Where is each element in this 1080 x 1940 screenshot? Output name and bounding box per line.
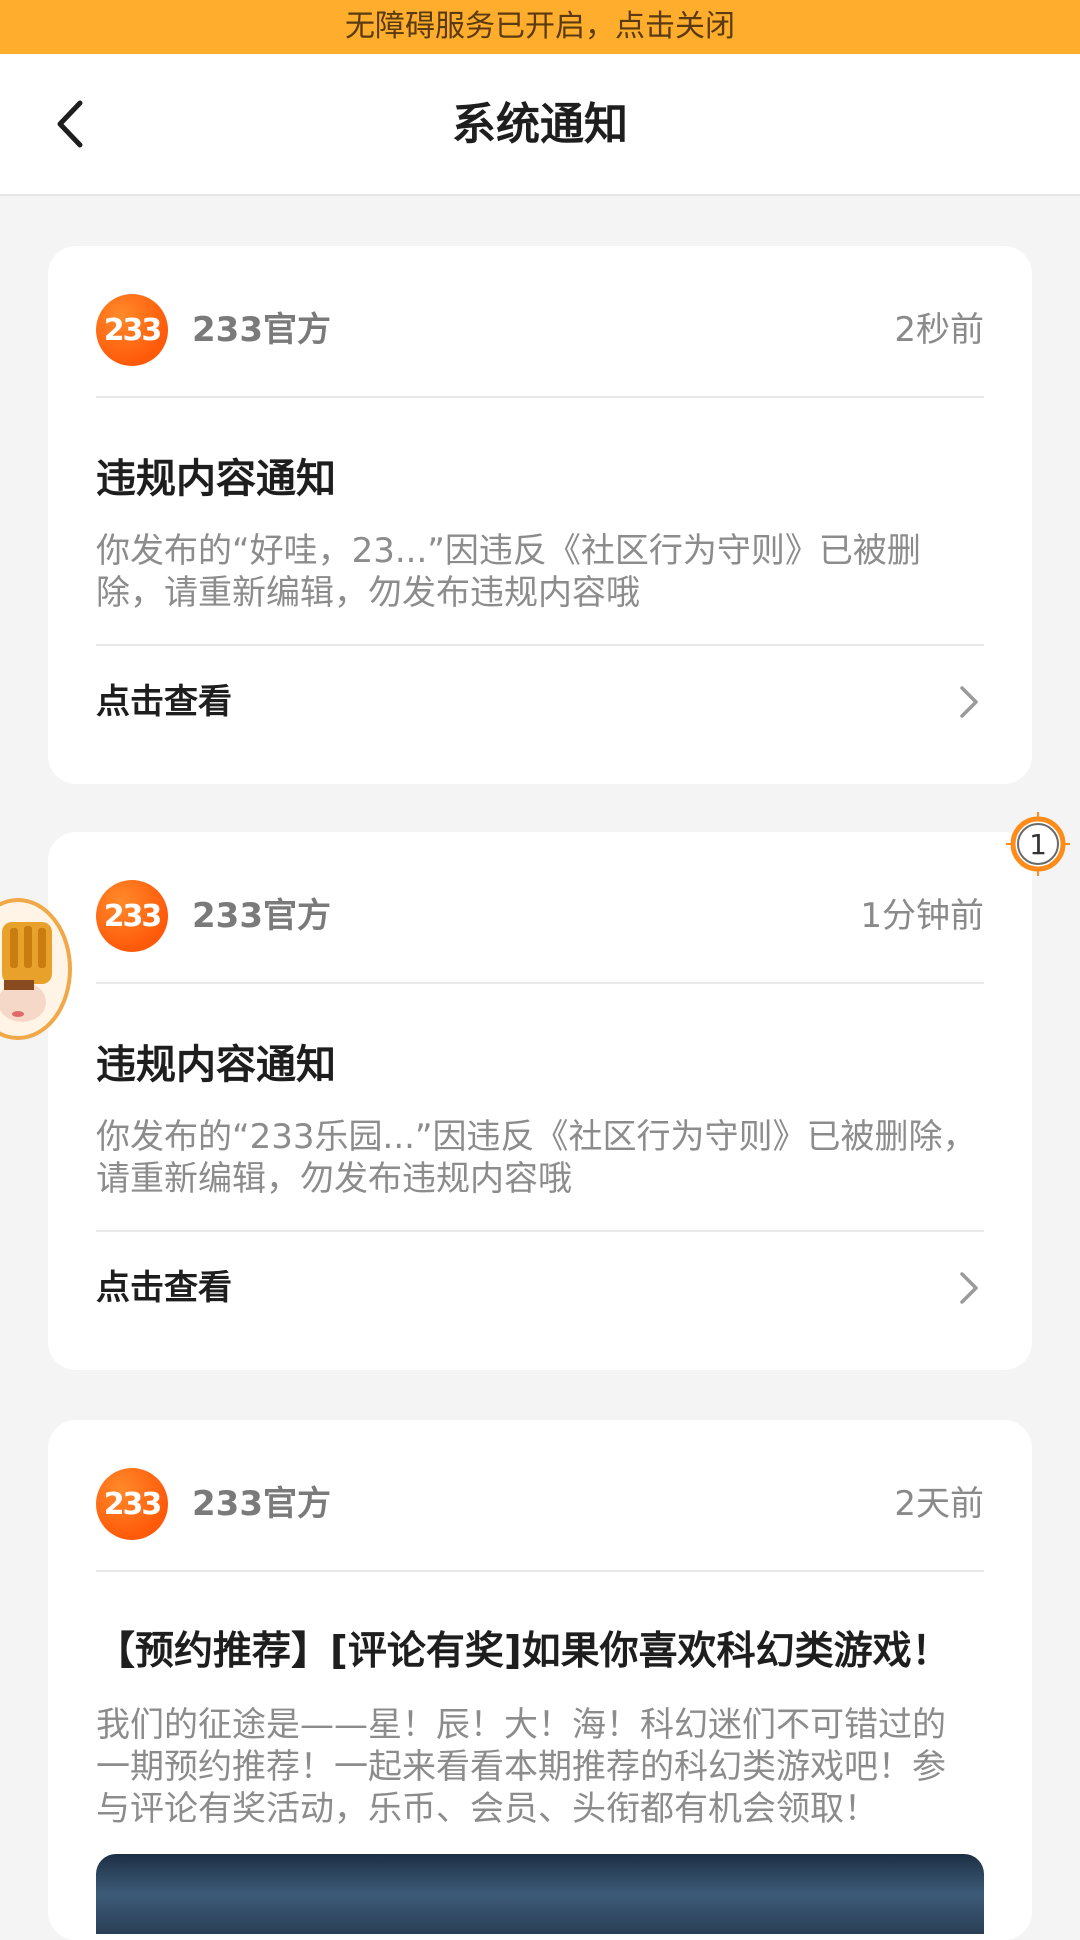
back-button[interactable]	[40, 94, 100, 154]
back-arrow-icon	[57, 100, 83, 148]
message-body-line: 请重新编辑，勿发布违规内容哦	[96, 1159, 572, 1199]
sender-name: 233官方	[192, 310, 331, 350]
view-details-row[interactable]: 点击查看	[96, 646, 984, 758]
sender-name: 233官方	[192, 1484, 331, 1524]
view-details-label: 点击查看	[96, 682, 232, 722]
message-body-line: 你发布的“233乐园...”因违反《社区行为守则》已被删除，	[96, 1117, 977, 1157]
card-header: 233 233官方 2天前	[96, 1420, 984, 1572]
chevron-right-icon	[960, 686, 978, 718]
notification-card[interactable]: 233 233官方 2秒前 违规内容通知 你发布的“好哇，23...”因违反《社…	[48, 246, 1032, 784]
message-title: 违规内容通知	[96, 1042, 336, 1088]
message-body: 你发布的“233乐园...”因违反《社区行为守则》已被删除， 请重新编辑，勿发布…	[96, 1116, 984, 1200]
sender-name: 233官方	[192, 896, 331, 936]
card-header: 233 233官方 2秒前	[96, 246, 984, 398]
notification-card[interactable]: 233 233官方 2天前 【预约推荐】[评论有奖]如果你喜欢科幻类游戏！ 我们…	[48, 1420, 1032, 1940]
page-title: 系统通知	[452, 99, 628, 150]
message-title: 违规内容通知	[96, 456, 336, 502]
floating-counter-badge[interactable]: 1	[1006, 812, 1070, 876]
timestamp: 1分钟前	[860, 896, 984, 936]
timestamp: 2秒前	[894, 310, 984, 350]
message-body-line: 除，请重新编辑，勿发布违规内容哦	[96, 573, 640, 613]
message-body-line: 我们的征途是——星！辰！大！海！科幻迷们不可错过的	[96, 1705, 946, 1745]
233-logo-icon: 233	[96, 294, 168, 366]
233-logo-icon: 233	[96, 1468, 168, 1540]
chevron-right-icon	[960, 1272, 978, 1304]
message-body-line: 与评论有奖活动，乐币、会员、头衔都有机会领取！	[96, 1789, 878, 1829]
badge-count: 1	[1029, 828, 1047, 861]
233-logo-icon: 233	[96, 880, 168, 952]
title-bar: 系统通知	[0, 54, 1080, 196]
notification-card[interactable]: 233 233官方 1分钟前 违规内容通知 你发布的“233乐园...”因违反《…	[48, 832, 1032, 1370]
view-details-label: 点击查看	[96, 1268, 232, 1308]
accessibility-banner[interactable]: 无障碍服务已开启，点击关闭	[0, 0, 1080, 54]
card-header: 233 233官方 1分钟前	[96, 832, 984, 984]
banner-image[interactable]	[96, 1854, 984, 1934]
message-title: 【预约推荐】[评论有奖]如果你喜欢科幻类游戏！	[96, 1629, 951, 1674]
message-body-line: 一期预约推荐！一起来看看本期推荐的科幻类游戏吧！参	[96, 1747, 946, 1787]
timestamp: 2天前	[894, 1484, 984, 1524]
message-body: 我们的征途是——星！辰！大！海！科幻迷们不可错过的 一期预约推荐！一起来看看本期…	[96, 1704, 984, 1830]
message-body: 你发布的“好哇，23...”因违反《社区行为守则》已被删 除，请重新编辑，勿发布…	[96, 530, 984, 614]
message-body-line: 你发布的“好哇，23...”因违反《社区行为守则》已被删	[96, 531, 921, 571]
view-details-row[interactable]: 点击查看	[96, 1232, 984, 1344]
